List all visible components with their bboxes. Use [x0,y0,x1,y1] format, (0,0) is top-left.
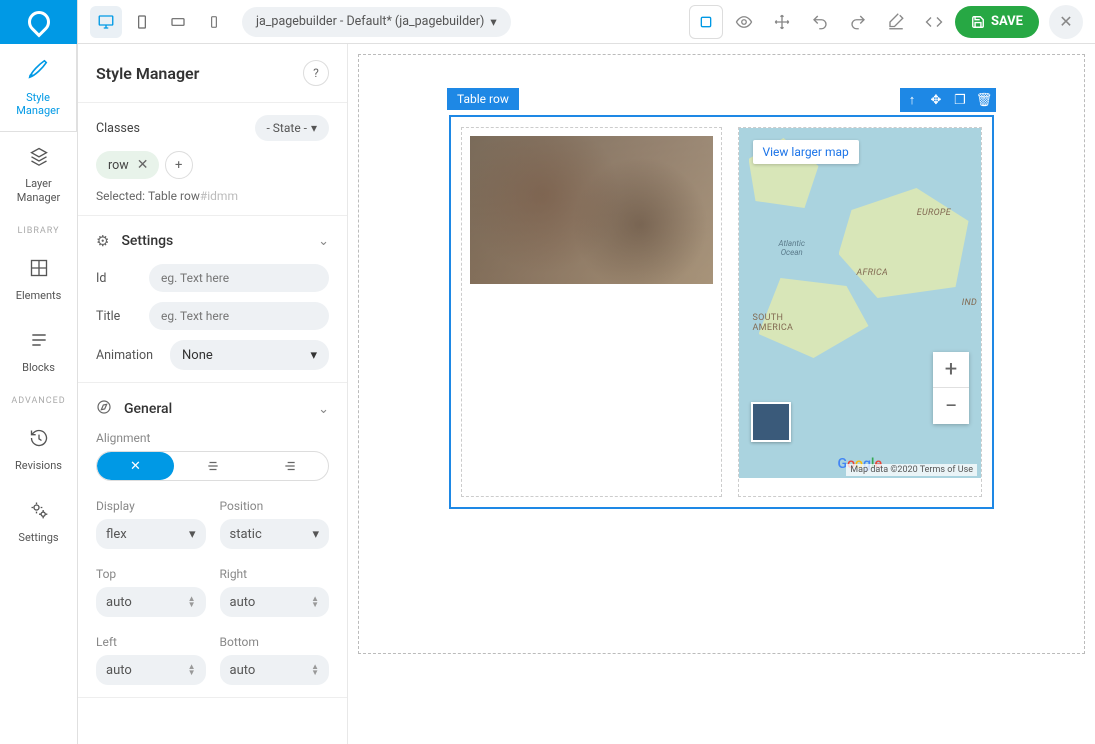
bottom-input[interactable]: auto ▲▼ [220,655,330,685]
left-input[interactable]: auto ▲▼ [96,655,206,685]
panel-title: Style Manager [96,64,199,83]
column-image[interactable] [461,127,722,497]
toolbar-delete-button[interactable]: 🗑 [972,88,996,112]
id-label: Id [96,271,139,286]
display-label: Display [96,499,206,513]
classes-label: Classes [96,121,140,136]
state-selector[interactable]: - State -▾ [255,115,329,141]
table-row[interactable]: EUROPE AFRICA SOUTH AMERICA Atlantic Oce… [449,115,994,509]
view-larger-map-link[interactable]: View larger map [753,140,859,164]
caret-down-icon: ▾ [189,527,196,542]
app-logo [0,0,77,44]
device-desktop[interactable] [90,6,122,38]
rail-settings[interactable]: Settings [0,486,77,558]
history-icon [29,428,49,453]
code-button[interactable] [917,5,951,39]
animation-select[interactable]: None▾ [170,340,329,370]
canvas-page[interactable]: Table row ↑ ✥ ❐ 🗑 [358,54,1085,654]
top-label: Top [96,567,206,581]
selected-indicator: Selected: Table row#idmm [96,189,329,203]
image-placeholder [470,136,713,284]
alignment-label: Alignment [96,431,329,445]
map-pegman[interactable] [751,402,791,442]
stepper-arrows-icon: ▲▼ [311,596,319,608]
grid-icon [29,258,49,283]
rail-advanced-divider: ADVANCED [0,388,77,414]
title-input[interactable] [149,302,329,330]
title-label: Title [96,309,139,324]
stepper-arrows-icon: ▲▼ [188,664,196,676]
rail-blocks[interactable]: Blocks [0,316,77,388]
save-icon [971,15,985,29]
map-attribution[interactable]: Map data ©2020 Terms of Use [846,464,977,476]
map-zoom-out[interactable]: − [933,388,969,424]
page-selector[interactable]: ja_pagebuilder - Default* (ja_pagebuilde… [242,7,511,37]
align-none[interactable]: ✕ [97,452,174,480]
save-button[interactable]: SAVE [955,6,1039,38]
left-label: Left [96,635,206,649]
caret-down-icon: ▾ [310,348,317,363]
class-chip-row[interactable]: row ✕ [96,151,159,179]
page-selector-label: ja_pagebuilder - Default* (ja_pagebuilde… [256,14,484,29]
position-label: Position [220,499,330,513]
align-right[interactable] [251,452,328,480]
undo-button[interactable] [803,5,837,39]
top-input[interactable]: auto ▲▼ [96,587,206,617]
map-embed[interactable]: EUROPE AFRICA SOUTH AMERICA Atlantic Oce… [739,128,982,478]
map-label-africa: AFRICA [857,268,888,278]
stepper-arrows-icon: ▲▼ [311,664,319,676]
rail-elements[interactable]: Elements [0,244,77,316]
rail-revisions[interactable]: Revisions [0,414,77,486]
column-map[interactable]: EUROPE AFRICA SOUTH AMERICA Atlantic Oce… [738,127,983,497]
chevron-down-icon: ⌄ [318,234,329,249]
display-select[interactable]: flex▾ [96,519,206,549]
chip-remove-icon[interactable]: ✕ [135,157,151,173]
bottom-label: Bottom [220,635,330,649]
animation-label: Animation [96,348,160,363]
rail-library-divider: LIBRARY [0,218,77,244]
close-button[interactable]: ✕ [1049,5,1083,39]
align-center[interactable] [174,452,251,480]
device-tablet-portrait[interactable] [126,6,158,38]
toolbar-copy-button[interactable]: ❐ [948,88,972,112]
caret-down-icon: ▾ [490,14,496,30]
rail-style-manager[interactable]: Style Manager [0,44,77,132]
help-button[interactable]: ? [303,60,329,86]
right-input[interactable]: auto ▲▼ [220,587,330,617]
chevron-down-icon: ⌄ [318,402,329,417]
move-button[interactable] [765,5,799,39]
compass-icon [96,399,112,419]
map-label-europe: EUROPE [917,208,951,218]
stepper-arrows-icon: ▲▼ [188,596,196,608]
alignment-group: ✕ [96,451,329,481]
caret-down-icon: ▾ [312,527,319,542]
device-mobile[interactable] [198,6,230,38]
map-label-ind: IND [962,298,977,308]
erase-button[interactable] [879,5,913,39]
settings-section-toggle[interactable]: ⚙ Settings ⌄ [96,228,329,254]
redo-button[interactable] [841,5,875,39]
general-section-toggle[interactable]: General ⌄ [96,395,329,423]
brush-icon [27,58,49,85]
map-zoom-in[interactable]: + [933,352,969,388]
id-input[interactable] [149,264,329,292]
add-class-button[interactable]: + [165,151,193,179]
rail-layer-manager[interactable]: Layer Manager [0,132,77,217]
preview-button[interactable] [727,5,761,39]
layers-icon [29,146,49,171]
caret-down-icon: ▾ [311,121,317,135]
select-mode-button[interactable] [689,5,723,39]
cogs-icon [29,500,49,525]
right-label: Right [220,567,330,581]
device-tablet-landscape[interactable] [162,6,194,38]
blocks-icon [29,330,49,355]
selection-toolbar: ↑ ✥ ❐ 🗑 [900,88,996,112]
toolbar-move-button[interactable]: ✥ [924,88,948,112]
map-label-atlantic: Atlantic Ocean [779,240,805,258]
toolbar-up-button[interactable]: ↑ [900,88,924,112]
gear-icon: ⚙ [96,232,109,250]
selection-label: Table row [447,88,519,110]
map-label-south-america: SOUTH AMERICA [753,313,794,333]
position-select[interactable]: static▾ [220,519,330,549]
